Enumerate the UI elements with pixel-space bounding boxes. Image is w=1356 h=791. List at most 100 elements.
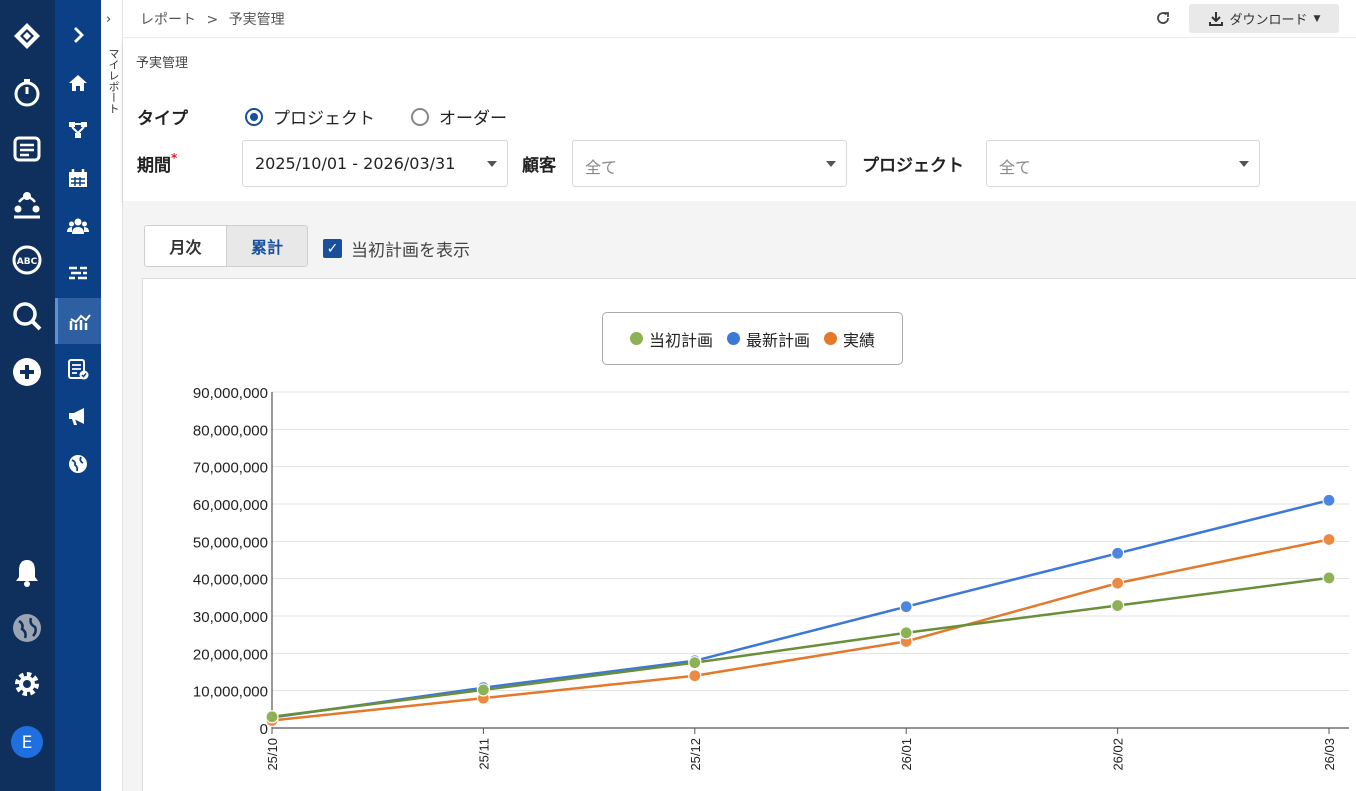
tab-monthly[interactable]: 月次 xyxy=(145,226,226,266)
data-point-initial-plan xyxy=(476,683,490,697)
data-point-initial-plan xyxy=(1322,571,1336,585)
period-select[interactable]: 2025/10/01 - 2026/03/31 xyxy=(242,140,508,187)
x-tick-label: 26/01 xyxy=(899,738,914,771)
period-label: 期間* xyxy=(137,151,178,176)
document-list-icon[interactable] xyxy=(8,129,46,167)
caret-down-icon xyxy=(826,161,836,167)
checkbox-checked-icon: ✓ xyxy=(323,239,342,258)
checklist-icon[interactable] xyxy=(55,346,101,392)
megaphone-icon[interactable] xyxy=(55,393,101,439)
svg-text:E: E xyxy=(22,733,33,753)
x-tick-label: 25/11 xyxy=(476,738,491,770)
x-tick-label: 25/10 xyxy=(265,738,280,771)
data-point-initial-plan xyxy=(265,710,279,724)
tab-cumulative[interactable]: 累計 xyxy=(226,226,307,266)
type-radio-project[interactable]: プロジェクト xyxy=(245,104,375,129)
bell-icon[interactable] xyxy=(8,553,46,591)
data-point-actual xyxy=(1322,532,1336,547)
data-point-actual xyxy=(688,669,702,683)
user-avatar[interactable]: E xyxy=(8,723,46,761)
required-mark: * xyxy=(171,151,178,165)
top-bar: レポート > 予実管理 ダウンロード ▼ xyxy=(123,0,1356,38)
search-icon[interactable] xyxy=(8,297,46,335)
page-title: 予実管理 xyxy=(136,56,189,71)
settings-icon[interactable] xyxy=(8,665,46,703)
download-button[interactable]: ダウンロード ▼ xyxy=(1189,4,1339,33)
type-radio-order[interactable]: オーダー xyxy=(411,104,507,129)
calendar-icon[interactable] xyxy=(55,155,101,201)
y-tick-label: 80,000,000 xyxy=(193,422,268,439)
report-chart-icon[interactable] xyxy=(55,298,101,344)
my-report-panel-toggle[interactable]: › マイレポート xyxy=(101,0,123,791)
y-tick-label: 40,000,000 xyxy=(193,572,268,589)
home-icon[interactable] xyxy=(55,60,101,106)
add-icon[interactable] xyxy=(8,353,46,391)
expand-chevron-icon[interactable]: › xyxy=(106,12,111,27)
y-tick-label: 10,000,000 xyxy=(193,684,268,701)
breadcrumb-separator: > xyxy=(206,12,219,28)
project-label: プロジェクト xyxy=(862,156,964,176)
legend-item-latest-plan[interactable]: 最新計画 xyxy=(726,327,810,351)
y-tick-label: 60,000,000 xyxy=(193,497,268,514)
y-tick-label: 90,000,000 xyxy=(193,385,268,402)
project-value: 全て xyxy=(999,158,1032,177)
stopwatch-icon[interactable] xyxy=(8,73,46,111)
team-icon[interactable] xyxy=(8,185,46,223)
y-tick-label: 30,000,000 xyxy=(193,609,268,626)
globe-icon[interactable] xyxy=(8,609,46,647)
x-tick-label: 26/03 xyxy=(1322,738,1337,771)
svg-text:ABC: ABC xyxy=(17,257,38,267)
data-point-latest-plan xyxy=(899,600,913,614)
radio-unselected-icon xyxy=(411,107,429,126)
series-line-actual xyxy=(271,538,1330,722)
users-icon[interactable] xyxy=(55,203,101,249)
expand-chevron-icon[interactable] xyxy=(55,12,101,58)
show-initial-plan-label: 当初計画を表示 xyxy=(351,241,470,261)
customer-select[interactable]: 全て xyxy=(572,140,847,187)
customer-value: 全て xyxy=(585,158,618,177)
type-option-project: プロジェクト xyxy=(273,109,375,129)
x-tick-label: 25/12 xyxy=(688,738,703,771)
download-label: ダウンロード xyxy=(1229,13,1308,28)
chevron-down-icon: ▼ xyxy=(1313,13,1321,24)
abc-icon[interactable]: ABC xyxy=(8,241,46,279)
caret-down-icon xyxy=(487,161,497,167)
legend-label-initial-plan: 当初計画 xyxy=(648,330,713,350)
my-report-label: マイレポート xyxy=(107,48,120,114)
legend-label-actual: 実績 xyxy=(843,330,876,350)
breadcrumb-current: 予実管理 xyxy=(228,12,285,28)
globe-small-icon[interactable] xyxy=(55,441,101,487)
legend-swatch-actual xyxy=(824,332,837,345)
show-initial-plan-checkbox[interactable]: ✓ 当初計画を表示 xyxy=(323,236,470,261)
customer-label: 顧客 xyxy=(522,156,556,176)
type-label: タイプ xyxy=(137,109,188,129)
data-point-actual xyxy=(1110,576,1125,590)
legend-swatch-initial-plan xyxy=(629,332,643,345)
legend-item-actual[interactable]: 実績 xyxy=(824,327,875,351)
y-tick-label: 70,000,000 xyxy=(193,460,268,477)
refresh-icon[interactable] xyxy=(1154,9,1172,27)
data-point-initial-plan xyxy=(1110,598,1125,613)
data-point-latest-plan xyxy=(1110,546,1125,560)
y-tick-label: 20,000,000 xyxy=(193,646,268,663)
view-toggle: 月次 累計 xyxy=(144,225,308,267)
hierarchy-icon[interactable] xyxy=(55,107,101,153)
breadcrumb-parent[interactable]: レポート xyxy=(140,12,196,28)
data-point-initial-plan xyxy=(688,656,702,670)
series-line-initial-plan xyxy=(271,576,1330,719)
chart-legend: 当初計画 最新計画 実績 xyxy=(602,312,903,365)
series-line-latest-plan xyxy=(271,499,1330,719)
legend-swatch-latest-plan xyxy=(726,332,740,345)
download-icon xyxy=(1208,11,1223,26)
cumulative-line-chart: 90,000,000 80,000,000 70,000,000 60,000,000… xyxy=(193,385,1349,771)
radio-selected-icon xyxy=(245,107,263,126)
data-point-initial-plan xyxy=(899,626,913,640)
sub-navigation xyxy=(55,0,101,791)
gantt-icon[interactable] xyxy=(55,250,101,296)
project-select[interactable]: 全て xyxy=(986,140,1260,187)
legend-label-latest-plan: 最新計画 xyxy=(745,330,810,350)
app-logo-icon[interactable] xyxy=(8,17,46,55)
legend-item-initial-plan[interactable]: 当初計画 xyxy=(629,327,713,351)
y-tick-label: 50,000,000 xyxy=(193,534,268,551)
caret-down-icon xyxy=(1239,161,1249,167)
